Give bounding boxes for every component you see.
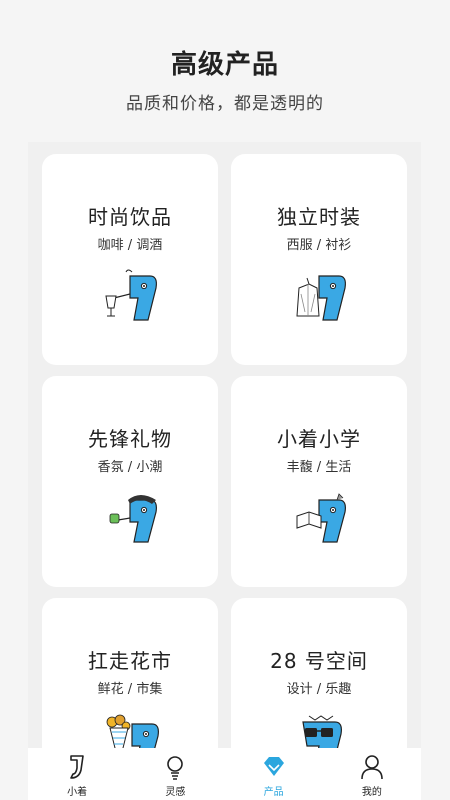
- mascot-book-icon: [296, 493, 346, 543]
- page-header: 高级产品 品质和价格，都是透明的: [0, 0, 450, 140]
- product-card-school[interactable]: 小着小学 丰馥 / 生活: [231, 376, 407, 587]
- card-subtitle: 丰馥 / 生活: [286, 460, 352, 475]
- tab-products[interactable]: 产品: [225, 748, 323, 800]
- product-card-gifts[interactable]: 先锋礼物 香氛 / 小潮: [42, 376, 218, 587]
- card-subtitle: 西服 / 衬衫: [286, 238, 352, 253]
- card-title: 时尚饮品: [88, 205, 172, 229]
- card-subtitle: 香氛 / 小潮: [97, 460, 163, 475]
- card-title: 独立时装: [277, 205, 361, 229]
- page-subtitle: 品质和价格，都是透明的: [126, 94, 324, 114]
- tab-home[interactable]: 小着: [28, 748, 126, 800]
- product-card-drinks[interactable]: 时尚饮品 咖啡 / 调酒: [42, 154, 218, 365]
- product-card-fashion[interactable]: 独立时装 西服 / 衬衫: [231, 154, 407, 365]
- page-title: 高级产品: [170, 50, 279, 80]
- tab-label: 产品: [263, 787, 284, 798]
- diamond-icon: [263, 757, 284, 776]
- product-card-flowers[interactable]: 扛走花市 鲜花 / 市集: [42, 598, 218, 752]
- mascot-gift-icon: [109, 495, 157, 543]
- mascot-fashion-icon: [296, 275, 346, 321]
- card-title: 扛走花市: [88, 649, 172, 673]
- card-title: 28 号空间: [270, 649, 368, 673]
- user-icon: [361, 755, 383, 780]
- product-card-space[interactable]: 28 号空间 设计 / 乐趣: [231, 598, 407, 752]
- card-subtitle: 鲜花 / 市集: [97, 682, 163, 697]
- card-subtitle: 咖啡 / 调酒: [97, 238, 163, 253]
- tab-label: 小着: [67, 787, 88, 798]
- mascot-glasses-icon: [302, 715, 342, 752]
- tab-label: 灵感: [165, 787, 186, 798]
- logo-icon: [70, 755, 84, 779]
- tab-label: 我的: [361, 787, 382, 798]
- bottom-tab-bar: 小着 灵感 产品 我的: [28, 748, 421, 800]
- tab-mine[interactable]: 我的: [323, 748, 421, 800]
- lightbulb-icon: [167, 756, 184, 780]
- product-grid: 时尚饮品 咖啡 / 调酒 独立时装 西服 / 衬衫 先锋礼物 香氛 / 小潮 小…: [28, 142, 421, 752]
- card-title: 小着小学: [277, 427, 361, 451]
- mascot-flower-icon: [106, 714, 159, 752]
- card-title: 先锋礼物: [88, 427, 172, 451]
- tab-inspiration[interactable]: 灵感: [126, 748, 224, 800]
- mascot-drink-icon: [105, 269, 157, 321]
- card-subtitle: 设计 / 乐趣: [286, 682, 352, 697]
